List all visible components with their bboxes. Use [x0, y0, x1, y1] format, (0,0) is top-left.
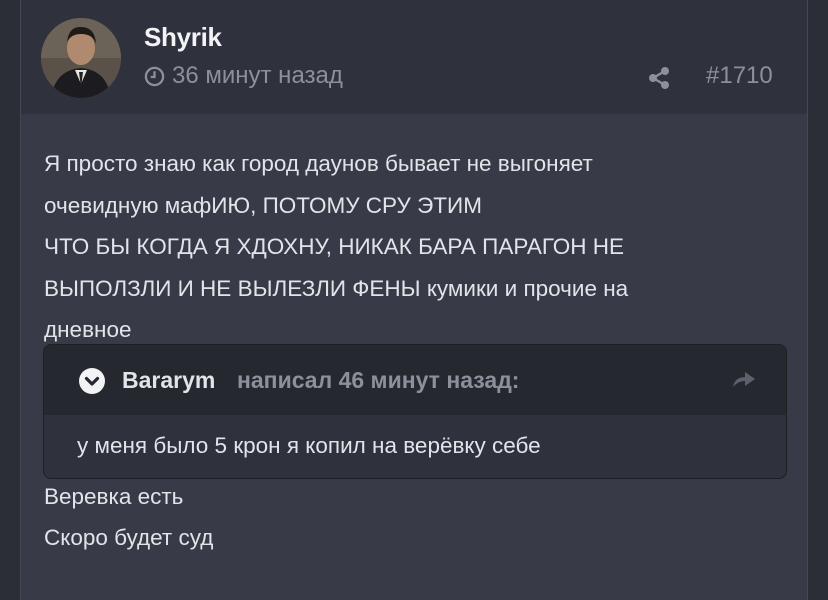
quote-block: Bararym написал 46 минут назад: у меня б… [43, 344, 787, 479]
share-icon[interactable] [648, 66, 670, 90]
quote-text: у меня было 5 крон я копил на верёвку се… [77, 433, 541, 458]
post-line: Скоро будет суд [44, 525, 214, 550]
post-line: Веревка есть [44, 484, 184, 509]
post-body-continued: Веревка есть Скоро будет суд [44, 476, 213, 558]
quote-header: Bararym написал 46 минут назад: [44, 345, 786, 415]
post-author[interactable]: Shyrik [144, 22, 222, 53]
clock-icon [144, 66, 165, 86]
post-timestamp: 36 минут назад [144, 62, 343, 90]
reply-arrow-icon[interactable] [731, 369, 757, 389]
post-number-link[interactable]: #1710 [706, 62, 773, 90]
quote-author[interactable]: Bararym [122, 367, 215, 394]
post-line: ВЫПОЛЗЛИ И НЕ ВЫЛЕЗЛИ ФЕНЫ кумики и проч… [44, 275, 629, 301]
post-body: Я просто знаю как город даунов бывает не… [44, 143, 784, 351]
post-line: очевидную мафИЮ, ПОТОМУ СРУ ЭТИМ [44, 192, 482, 218]
avatar[interactable] [41, 18, 121, 98]
forum-post: Shyrik 36 минут назад #1710 Я просто зна… [20, 0, 808, 600]
post-line: ЧТО БЫ КОГДА Я ХДОХНУ, НИКАК БАРА ПАРАГО… [44, 234, 625, 259]
quote-meta: написал 46 минут назад: [237, 367, 520, 393]
post-header: Shyrik 36 минут назад #1710 [21, 0, 807, 114]
post-line: Я просто знаю как город даунов бывает не… [44, 151, 593, 176]
chevron-down-circle-icon[interactable] [79, 368, 105, 394]
post-time-text: 36 минут назад [172, 62, 343, 89]
avatar-image [41, 18, 121, 98]
